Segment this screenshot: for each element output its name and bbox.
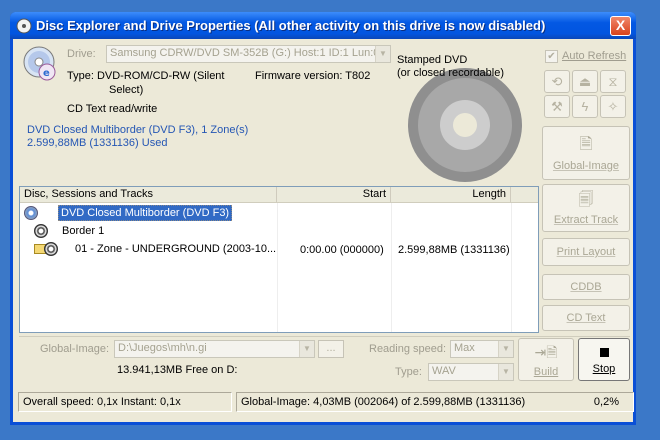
cddb-button[interactable]: CDDB	[542, 274, 630, 300]
drive-type: Type: DVD-ROM/CD-RW (Silent	[67, 70, 225, 82]
tools-icon: ⚒	[551, 99, 563, 114]
drive-label: Drive:	[67, 48, 96, 60]
chevron-down-icon: ▼	[498, 341, 513, 357]
disc-tree-view[interactable]: Disc, Sessions and Tracks Start Length D…	[19, 186, 539, 333]
svg-text:e: e	[43, 68, 50, 79]
disc-app-icon	[16, 18, 32, 33]
track-icon	[44, 242, 58, 256]
type-label: Type:	[395, 366, 422, 378]
load-button[interactable]: ⧖	[600, 70, 626, 93]
cd-text-button[interactable]: CD Text	[542, 305, 630, 331]
type-select[interactable]: WAV ▼	[428, 363, 514, 381]
eject-icon: ⏏	[578, 74, 592, 89]
disc-summary-type: DVD Closed Multiborder (DVD F3), 1 Zone(…	[27, 124, 249, 136]
column-header-length[interactable]: Length	[391, 187, 511, 202]
reading-speed-value: Max	[454, 342, 475, 354]
tree-row-disc[interactable]: DVD Closed Multiborder (DVD F3)	[24, 204, 233, 222]
chevron-down-icon: ▼	[375, 46, 390, 62]
border-label: Border 1	[62, 225, 105, 237]
zap-button[interactable]: ϟ	[572, 95, 598, 118]
column-header-tracks[interactable]: Disc, Sessions and Tracks	[20, 187, 277, 202]
global-image-path: D:\Juegos\mh\n.gi	[118, 342, 207, 354]
disc-label: DVD Closed Multiborder (DVD F3)	[58, 205, 233, 221]
extract-track-button[interactable]: 🗐 Extract Track	[542, 184, 630, 232]
dvd-icon	[24, 206, 38, 220]
cd-text-capability: CD Text read/write	[67, 103, 158, 115]
free-space: 13.941,13MB Free on D:	[117, 364, 238, 376]
disc-summary-used: 2.599,88MB (1331136) Used	[27, 137, 168, 149]
chevron-down-icon: ▼	[299, 341, 314, 357]
tree-row-track[interactable]: 01 - Zone - UNDERGROUND (2003-10...	[34, 240, 292, 258]
global-image-label: Global-Image	[552, 160, 620, 172]
stop-label: Stop	[592, 363, 616, 375]
status-bar: Overall speed: 0,1x Instant: 0,1x Global…	[18, 392, 634, 414]
build-label: Build	[533, 366, 559, 378]
extract-track-icon: 🗐	[578, 191, 594, 208]
disc-graphic	[408, 68, 522, 182]
global-image-label: Global-Image:	[40, 343, 110, 355]
reading-speed-label: Reading speed:	[369, 343, 447, 355]
chevron-down-icon: ▼	[498, 364, 513, 380]
build-icon: ⇥🗎	[534, 344, 558, 360]
disc-type-label: Stamped DVD	[397, 54, 468, 66]
type-value: WAV	[432, 365, 456, 377]
auto-refresh-label: Auto Refresh	[562, 50, 627, 62]
refresh-icon: ⟲	[551, 74, 563, 89]
browse-button[interactable]: ...	[318, 340, 344, 358]
window-title: Disc Explorer and Drive Properties (All …	[36, 18, 546, 33]
tree-row-border[interactable]: Border 1	[34, 222, 104, 240]
load-icon: ⧖	[608, 74, 618, 89]
cddb-label: CDDB	[570, 281, 602, 293]
drive-type-cont: Select)	[109, 84, 144, 96]
stop-icon	[599, 348, 609, 357]
magic-icon: ✧	[607, 99, 619, 114]
disc-type-sublabel: (or closed recordable)	[397, 67, 504, 79]
stop-button[interactable]: Stop	[578, 338, 630, 381]
magic-button[interactable]: ✧	[600, 95, 626, 118]
build-button[interactable]: ⇥🗎 Build	[518, 338, 574, 381]
tree-header: Disc, Sessions and Tracks Start Length	[20, 187, 538, 203]
global-image-path-select[interactable]: D:\Juegos\mh\n.gi ▼	[114, 340, 315, 358]
global-image-icon: 🗎	[579, 136, 593, 153]
firmware-version: Firmware version: T802	[255, 70, 371, 82]
track-start: 0:00.00 (000000)	[300, 244, 384, 256]
track-length: 2.599,88MB (1331136)	[398, 244, 510, 256]
extract-track-label: Extract Track	[553, 214, 619, 226]
print-layout-label: Print Layout	[556, 246, 616, 258]
progress-percent: 0,2%	[593, 396, 619, 408]
dvd-drive-icon: e	[23, 46, 56, 81]
global-image-button[interactable]: 🗎 Global-Image	[542, 126, 630, 180]
reading-speed-select[interactable]: Max ▼	[450, 340, 514, 358]
progress-text: Global-Image: 4,03MB (002064) of 2.599,8…	[241, 396, 526, 408]
disc-explorer-window: Disc Explorer and Drive Properties (All …	[10, 12, 636, 425]
print-layout-button[interactable]: Print Layout	[542, 238, 630, 266]
close-button[interactable]: X	[610, 16, 631, 36]
eject-button[interactable]: ⏏	[572, 70, 598, 93]
zap-icon: ϟ	[581, 99, 589, 114]
auto-refresh-checkbox[interactable]: ✔	[545, 50, 558, 63]
drive-select[interactable]: Samsung CDRW/DVD SM-352B (G:) Host:1 ID:…	[106, 45, 391, 63]
drive-select-value: Samsung CDRW/DVD SM-352B (G:) Host:1 ID:…	[110, 47, 380, 59]
cd-text-label: CD Text	[566, 312, 606, 324]
tools-button[interactable]: ⚒	[544, 95, 570, 118]
title-bar[interactable]: Disc Explorer and Drive Properties (All …	[10, 12, 636, 39]
speed-status: Overall speed: 0,1x Instant: 0,1x	[18, 392, 232, 412]
refresh-button[interactable]: ⟲	[544, 70, 570, 93]
column-header-start[interactable]: Start	[277, 187, 391, 202]
track-label: 01 - Zone - UNDERGROUND (2003-10...	[75, 243, 277, 255]
progress-status: Global-Image: 4,03MB (002064) of 2.599,8…	[236, 392, 634, 412]
border-icon	[34, 224, 48, 238]
